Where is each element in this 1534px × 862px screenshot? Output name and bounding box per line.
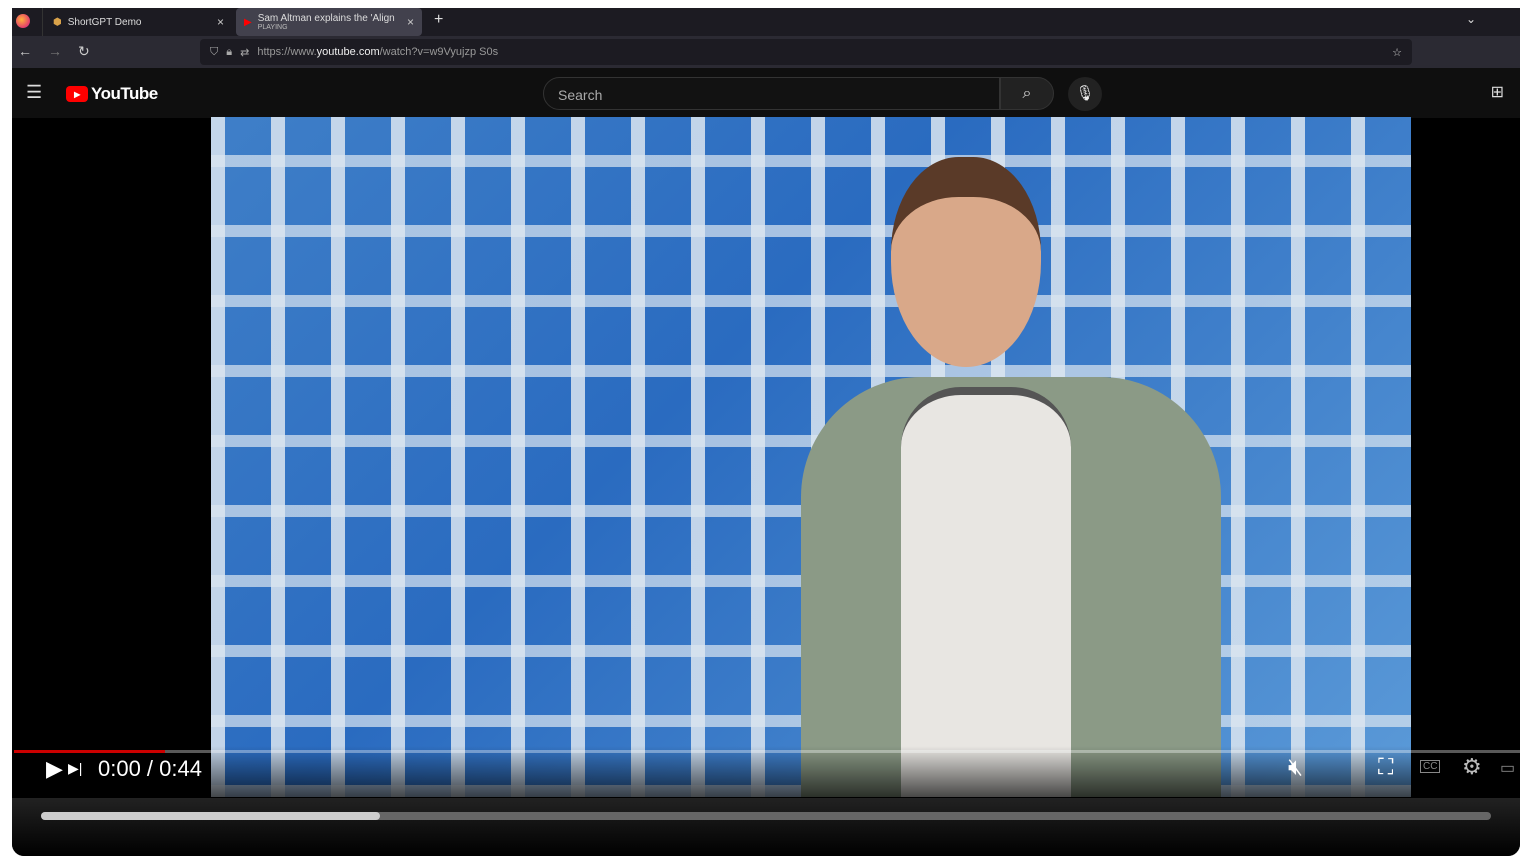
youtube-header: ☰ ▶ YouTube Search ⌕ 🎙︎ ⊞ xyxy=(12,68,1520,118)
play-logo-icon: ▶ xyxy=(66,86,88,102)
create-video-icon[interactable]: ⊞ xyxy=(1491,82,1504,102)
shield-icon: ⛉ xyxy=(210,45,219,58)
new-tab-button[interactable]: + xyxy=(434,11,443,29)
tab-title: ShortGPT Demo xyxy=(67,16,142,28)
chevron-down-icon[interactable]: ⌄ xyxy=(1466,12,1476,26)
play-icon[interactable]: ▶ xyxy=(46,756,63,782)
captions-icon[interactable]: CC xyxy=(1420,760,1441,773)
fullscreen-icon[interactable]: ⛶ xyxy=(1378,754,1393,780)
settings-icon[interactable]: ⚙ xyxy=(1462,754,1482,780)
forward-icon[interactable]: → xyxy=(48,43,62,59)
firefox-icon xyxy=(16,14,30,28)
menu-icon[interactable]: ☰ xyxy=(26,82,42,103)
tab-status: PLAYING xyxy=(257,24,288,31)
video-frame: ⬢ ShortGPT Demo × ▶ Sam Altman explains … xyxy=(12,8,1520,856)
tab-bar: ⬢ ShortGPT Demo × ▶ Sam Altman explains … xyxy=(12,8,1520,36)
tab-shortgpt[interactable]: ⬢ ShortGPT Demo × xyxy=(42,8,232,36)
url-bar[interactable]: ⛉ 🔒︎ ⇄ https://www.youtube.com/watch?v=w… xyxy=(200,39,1412,65)
search-input[interactable]: Search xyxy=(543,77,1000,110)
bookmark-star-icon[interactable]: ☆ xyxy=(1392,46,1402,59)
reload-icon[interactable]: ↻ xyxy=(78,43,90,60)
url-domain: youtube.com xyxy=(316,46,380,58)
time-display: 0:00 / 0:44 xyxy=(98,756,202,781)
close-tab-icon[interactable]: × xyxy=(217,15,224,29)
logo-text: YouTube xyxy=(91,84,158,103)
tab-youtube[interactable]: ▶ Sam Altman explains the 'Align PLAYING … xyxy=(236,8,422,36)
close-tab-icon[interactable]: × xyxy=(407,15,414,29)
bottom-bar xyxy=(12,798,1520,856)
player-controls: ▶ ▶| 0:00 / 0:44 🔇︎ ⛶ CC ⚙ ▭ xyxy=(12,746,1520,798)
lock-icon: 🔒︎ xyxy=(226,45,233,58)
youtube-favicon: ▶ xyxy=(244,16,252,28)
permissions-icon: ⇄ xyxy=(240,46,250,59)
miniplayer-icon[interactable]: ▭ xyxy=(1500,758,1515,778)
scrollbar[interactable] xyxy=(41,812,1491,820)
speaker-figure xyxy=(771,157,1331,797)
url-prefix: https://www. xyxy=(257,46,317,58)
tab-favicon: ⬢ xyxy=(53,16,62,28)
url-path: /watch?v=w9Vyujzp S0s xyxy=(379,46,499,58)
search-icon[interactable]: ⌕ xyxy=(1000,77,1054,110)
back-icon[interactable]: ← xyxy=(18,43,32,59)
mute-icon[interactable]: 🔇︎ xyxy=(1288,754,1303,782)
microphone-icon[interactable]: 🎙︎ xyxy=(1068,77,1102,111)
youtube-logo[interactable]: ▶ YouTube xyxy=(66,84,158,104)
scrollbar-thumb[interactable] xyxy=(41,812,381,820)
next-icon[interactable]: ▶| xyxy=(68,760,82,777)
nav-bar: ← → ↻ ⛉ 🔒︎ ⇄ https://www.youtube.com/wat… xyxy=(12,36,1520,68)
tab-title: Sam Altman explains the 'Align xyxy=(257,13,395,24)
video-content[interactable] xyxy=(211,117,1411,797)
progress-bar[interactable] xyxy=(14,750,1520,753)
